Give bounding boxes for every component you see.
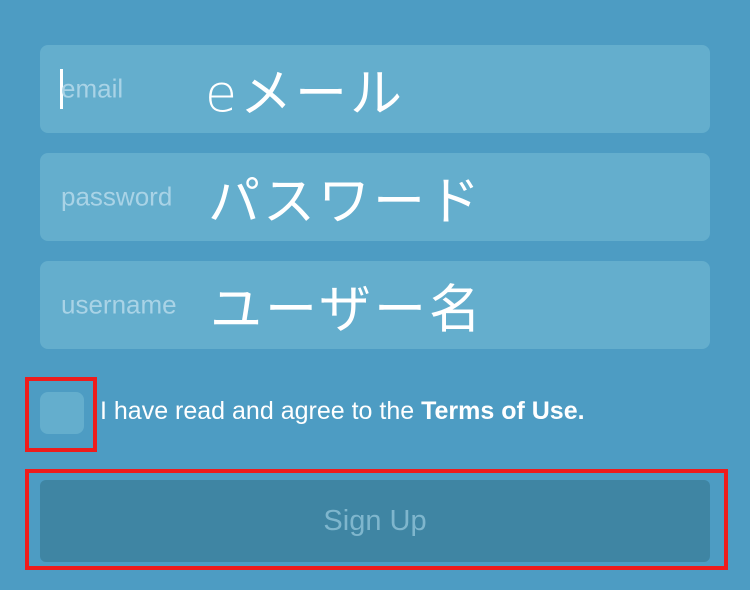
terms-label: I have read and agree to the Terms of Us… (100, 397, 585, 426)
email-field[interactable]: email eメール (40, 45, 710, 133)
password-field[interactable]: password パスワード (40, 153, 710, 241)
password-annotation: パスワード (208, 172, 484, 233)
username-placeholder: username (61, 289, 177, 320)
terms-prefix: I have read and agree to the (100, 397, 422, 425)
terms-of-use-link[interactable]: Terms of Use. (421, 397, 584, 425)
email-placeholder: email (61, 73, 124, 104)
sign-up-label: Sign Up (323, 504, 427, 537)
terms-checkbox[interactable] (40, 392, 84, 434)
sign-up-button[interactable]: Sign Up (40, 480, 710, 562)
password-placeholder: password (61, 181, 173, 212)
email-annotation: eメール (205, 64, 405, 125)
username-field[interactable]: username ユーザー名 (40, 261, 710, 349)
username-annotation: ユーザー名 (210, 280, 484, 341)
